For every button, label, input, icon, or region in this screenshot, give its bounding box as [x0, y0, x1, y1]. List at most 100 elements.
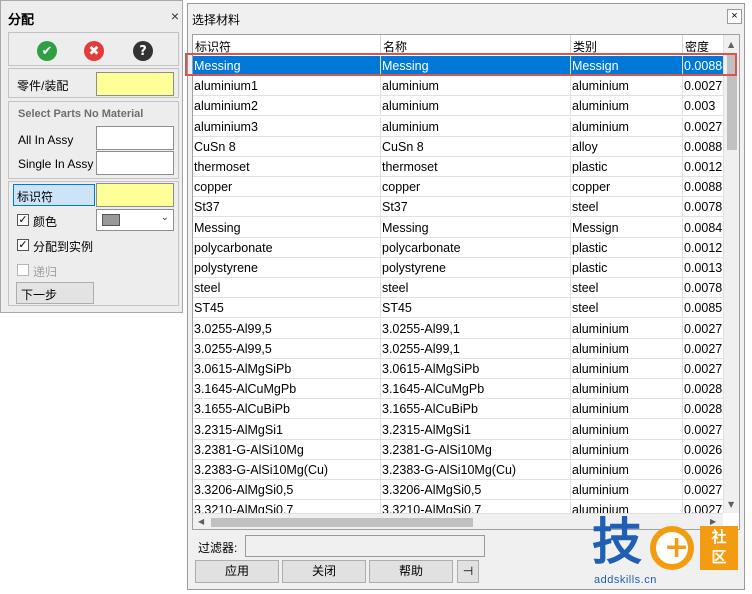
identifier-field[interactable]: [96, 183, 174, 207]
cell-category: aluminium: [571, 419, 683, 440]
single-in-assy-label: Single In Assy: [18, 157, 94, 171]
pin-icon[interactable]: ⊣: [457, 560, 479, 583]
table-row[interactable]: 3.2381-G-AlSi10Mg 3.2381-G-AlSi10Mg alumin…: [193, 439, 723, 460]
table-row[interactable]: St37St37steel0.00785: [193, 197, 723, 218]
column-header-density[interactable]: 密度: [683, 35, 723, 55]
site-watermark: 技 + 社 区 addskills.cn: [590, 513, 750, 592]
select-material-dialog: 选择材料 × 标识符 名称 类别 密度 Messing Messing Messig…: [185, 3, 745, 590]
cell-category: aluminium: [571, 76, 683, 97]
cell-category: aluminium: [571, 480, 683, 501]
scroll-up-icon[interactable]: ▲: [728, 40, 734, 49]
horizontal-scroll-thumb[interactable]: [211, 518, 473, 527]
cell-density: 0.00282: [684, 402, 723, 417]
action-button-group: ✔ ✖ ?: [8, 32, 179, 66]
table-row[interactable]: 3.2315-AlMgSi1 3.2315-AlMgSi1 aluminium 0.0…: [193, 419, 723, 440]
table-row[interactable]: steelsteelsteel0.00785: [193, 278, 723, 299]
table-row[interactable]: aluminium2 aluminium aluminium 0.003: [193, 96, 723, 117]
table-row[interactable]: aluminium1aluminiumaluminium0.00275: [193, 76, 723, 97]
cell-name: 3.0255-Al99,1: [381, 318, 571, 339]
confirm-icon[interactable]: ✔: [37, 41, 57, 61]
cell-name: aluminium: [381, 76, 571, 97]
cell-category: Messign: [571, 56, 683, 76]
table-row[interactable]: 3.0255-Al99,5 3.0255-Al99,1 aluminium 0.002…: [193, 318, 723, 339]
vertical-scrollbar[interactable]: ▲ ▼: [723, 35, 739, 513]
single-in-assy-field[interactable]: [96, 151, 174, 175]
color-label: 颜色: [33, 215, 58, 229]
table-row[interactable]: polycarbonate polycarbonate plastic 0.0012: [193, 237, 723, 258]
cell-category: plastic: [571, 157, 683, 177]
cell-name: CuSn 8: [381, 136, 571, 157]
cell-identifier: Messing: [193, 217, 381, 238]
column-header-category[interactable]: 类别: [571, 35, 683, 55]
table-row[interactable]: 3.3206-AlMgSi0,5 3.3206-AlMgSi0,5 aluminiu…: [193, 480, 723, 501]
table-row[interactable]: CuSn 8 CuSn 8 alloy 0.0088: [193, 136, 723, 157]
cell-density: 0.00275: [684, 79, 723, 94]
cell-name: thermoset: [381, 157, 571, 177]
cell-name: Messing: [381, 56, 571, 76]
column-header-name[interactable]: 名称: [381, 35, 571, 55]
cell-identifier: 3.2315-AlMgSi1: [193, 419, 381, 440]
cell-density: 0.0012: [684, 160, 723, 174]
watermark-logo-char: 技: [592, 513, 642, 571]
cell-category: aluminium: [571, 379, 683, 400]
color-select[interactable]: ⌄: [96, 209, 174, 231]
cell-density: 0.0088: [684, 180, 723, 195]
color-checkbox[interactable]: ✓: [17, 214, 29, 226]
table-row[interactable]: copper copper copper 0.0088: [193, 177, 723, 198]
assign-panel-close-icon[interactable]: ×: [169, 9, 181, 23]
recursive-checkbox[interactable]: [17, 264, 29, 276]
cell-density: 0.00285: [684, 382, 723, 397]
assign-panel: 分配 × ✔ ✖ ? 零件/装配 Select Parts No Materia…: [0, 0, 183, 313]
dialog-title: 选择材料: [192, 13, 241, 27]
cancel-icon[interactable]: ✖: [84, 41, 104, 61]
recursive-label: 递归: [33, 265, 58, 279]
cell-category: aluminium: [571, 116, 683, 137]
assign-panel-title: 分配: [8, 12, 35, 27]
cell-identifier: polystyrene: [193, 258, 381, 278]
identifier-label: 标识符: [17, 190, 54, 204]
cell-category: copper: [571, 177, 683, 198]
filter-input[interactable]: [245, 535, 485, 557]
apply-button[interactable]: 应用: [195, 560, 279, 583]
cell-density: 0.0085: [684, 301, 723, 316]
cell-identifier: 3.0255-Al99,5: [193, 318, 381, 339]
table-row[interactable]: polystyrene polystyrene plastic 0.0013: [193, 258, 723, 278]
next-step-button[interactable]: 下一步: [16, 282, 94, 304]
table-row[interactable]: MessingMessingMessign0.00888: [193, 56, 723, 76]
table-row[interactable]: MessingMessingMessign0.00845: [193, 217, 723, 238]
table-row[interactable]: 3.0615-AlMgSiPb 3.0615-AlMgSiPb aluminium 0…: [193, 359, 723, 379]
column-header-identifier[interactable]: 标识符: [193, 35, 381, 55]
table-row[interactable]: 3.1645-AlCuMgPb 3.1645-AlCuMgPb aluminium 0…: [193, 379, 723, 400]
table-row[interactable]: 3.2383-G-AlSi10Mg(Cu) 3.2383-G-AlSi10Mg(C…: [193, 460, 723, 480]
cell-name: 3.0255-Al99,1: [381, 338, 571, 359]
help-button[interactable]: 帮助: [369, 560, 453, 583]
cell-identifier: Messing: [193, 56, 381, 76]
close-button[interactable]: 关闭: [282, 560, 366, 583]
cell-density: 0.00275: [684, 362, 723, 376]
cell-category: steel: [571, 278, 683, 299]
cell-name: 3.2315-AlMgSi1: [381, 419, 571, 440]
cell-density: 0.0012: [684, 240, 723, 255]
scroll-left-icon[interactable]: ◀: [198, 517, 204, 526]
cell-density: 0.00888: [684, 59, 723, 73]
assign-instance-checkbox[interactable]: ✓: [17, 239, 29, 251]
table-row[interactable]: thermoset thermoset plastic 0.0012: [193, 157, 723, 177]
cell-density: 0.00845: [684, 220, 723, 235]
cell-identifier: steel: [193, 278, 381, 299]
help-icon[interactable]: ?: [133, 41, 153, 61]
cell-identifier: 3.0615-AlMgSiPb: [193, 359, 381, 379]
table-row[interactable]: 3.0255-Al99,5 3.0255-Al99,1 aluminium 0.002…: [193, 338, 723, 359]
cell-density: 0.00265: [684, 442, 723, 457]
cell-category: alloy: [571, 136, 683, 157]
dialog-close-icon[interactable]: ×: [727, 9, 742, 24]
table-row[interactable]: aluminium3aluminiumaluminium0.00275: [193, 116, 723, 137]
table-row[interactable]: ST45 ST45 steel 0.0085: [193, 298, 723, 319]
scroll-down-icon[interactable]: ▼: [728, 500, 734, 509]
vertical-scroll-thumb[interactable]: [727, 55, 737, 150]
identifier-tab[interactable]: 标识符: [13, 184, 95, 206]
cell-name: 3.2383-G-AlSi10Mg(Cu): [381, 460, 571, 480]
color-swatch: [102, 214, 120, 226]
table-row[interactable]: 3.1655-AlCuBiPb 3.1655-AlCuBiPb aluminium 0…: [193, 399, 723, 420]
part-assembly-field[interactable]: [96, 72, 174, 96]
all-in-assy-field[interactable]: [96, 126, 174, 150]
